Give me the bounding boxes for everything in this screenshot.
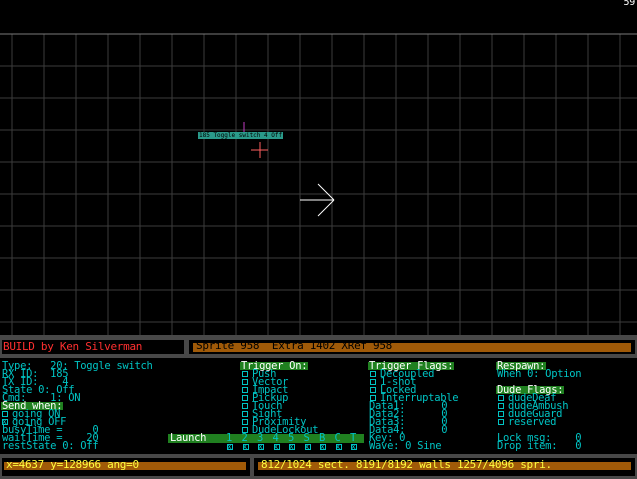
checked-x-icon: x	[258, 442, 263, 451]
trigger-on-item-checkbox[interactable]	[242, 371, 248, 377]
launch-slot-label: 4	[272, 432, 279, 444]
drop-item-line: Drop item: 0	[497, 440, 582, 452]
trigger-on-item-checkbox[interactable]	[242, 419, 248, 425]
launch-slot-label: T	[350, 432, 357, 444]
checked-x-icon: x	[242, 442, 248, 451]
sprite-crosshair-icon	[251, 142, 268, 158]
launch-label: Launch	[170, 432, 207, 444]
launch-slot-label: C	[334, 432, 341, 444]
respawn-when-line: When 0: Option	[497, 368, 582, 380]
dude-flag-item-label: reserved	[508, 416, 557, 428]
launch-slot-label: B	[319, 432, 326, 444]
checked-x-icon: x	[289, 442, 294, 451]
checked-x-icon: x	[351, 442, 356, 451]
map-viewport[interactable]: 59 185 Toggle switch 4 Off	[0, 0, 637, 335]
trigger-on-item-checkbox[interactable]	[242, 379, 248, 385]
trigger-flag-item-checkbox[interactable]	[370, 371, 376, 377]
sprite-stats: Sprite 958 Extra 1402 XRef 958	[196, 339, 392, 352]
checked-x-icon: x	[227, 442, 232, 451]
trigger-on-item-checkbox[interactable]	[242, 411, 248, 417]
checked-x-icon: x	[304, 442, 310, 451]
wave-line: Wave: 0 Sine	[369, 440, 442, 452]
dude-flag-item-checkbox[interactable]	[498, 403, 504, 409]
app-title: BUILD by Ken Silverman	[3, 340, 143, 353]
trigger-on-item-checkbox[interactable]	[242, 403, 248, 409]
player-arrow-icon	[300, 183, 335, 217]
checked-x-icon: x	[320, 442, 325, 451]
trigger-on-item-checkbox[interactable]	[242, 387, 248, 393]
launch-slot-label: S	[303, 432, 310, 444]
trigger-flag-item-checkbox[interactable]	[370, 379, 376, 385]
dude-flag-item-checkbox[interactable]	[498, 419, 504, 425]
dude-flag-item-checkbox[interactable]	[498, 411, 504, 417]
trigger-flag-item-checkbox[interactable]	[370, 387, 376, 393]
launch-slot-label: 3	[257, 432, 264, 444]
map-objects	[243, 122, 335, 217]
rest-state-line: restState 0: Off	[2, 440, 99, 452]
map-counts: 812/1024 sect. 8191/8192 walls 1257/4096…	[261, 458, 552, 471]
launch-slot-label: 5	[288, 432, 295, 444]
dude-flag-item-checkbox[interactable]	[498, 395, 504, 401]
trigger-on-item-checkbox[interactable]	[242, 395, 248, 401]
launch-slot-label: 2	[241, 432, 248, 444]
checked-x-icon: x	[335, 442, 341, 451]
checked-x-icon: x	[273, 442, 279, 451]
launch-slot-label: 1	[226, 432, 233, 444]
player-coords: x=4637 y=128966 ang=0	[6, 458, 139, 471]
